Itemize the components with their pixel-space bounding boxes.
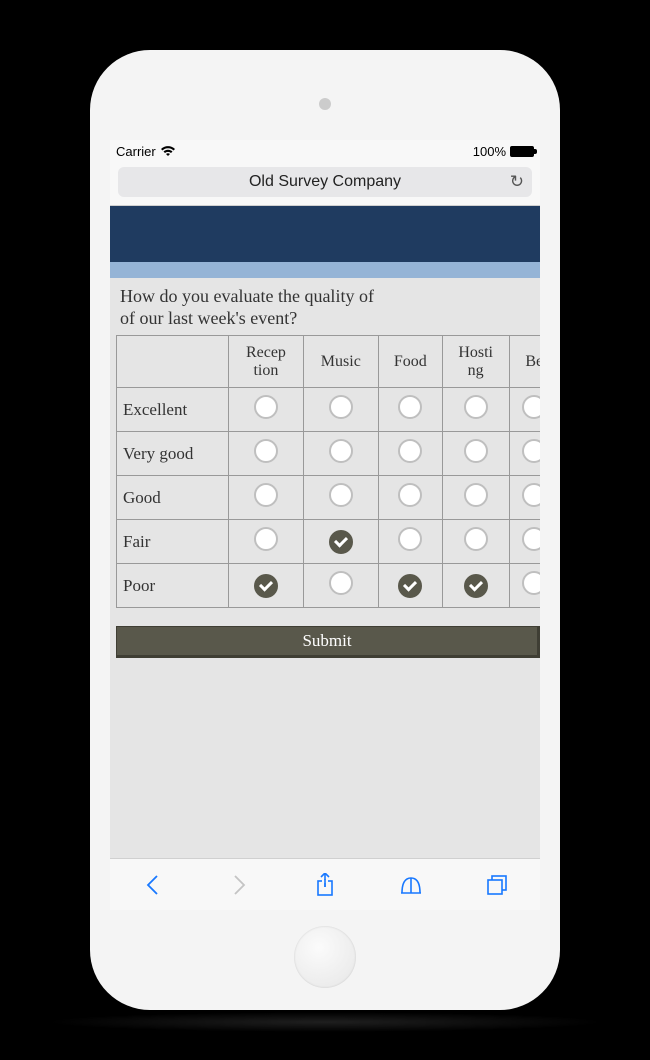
radio-option[interactable] — [329, 439, 353, 463]
device-speaker — [319, 98, 331, 110]
home-button[interactable] — [294, 926, 356, 988]
radio-option[interactable] — [254, 527, 278, 551]
table-row: Poor — [117, 564, 541, 608]
wifi-icon — [160, 145, 176, 157]
device-shadow — [45, 1012, 605, 1032]
bookmarks-icon[interactable] — [399, 873, 423, 897]
radio-option[interactable] — [254, 439, 278, 463]
radio-option[interactable] — [464, 483, 488, 507]
status-bar: Carrier 100% — [110, 140, 540, 162]
radio-option[interactable] — [522, 527, 540, 551]
forward-icon[interactable] — [227, 873, 251, 897]
matrix-cell — [378, 520, 442, 564]
matrix-cell — [509, 476, 540, 520]
matrix-cell — [378, 432, 442, 476]
device-screen: Carrier 100% Old Survey Company ↻ — [110, 140, 540, 910]
radio-option[interactable] — [464, 439, 488, 463]
radio-option[interactable] — [329, 395, 353, 419]
tabs-icon[interactable] — [485, 873, 509, 897]
survey-question: How do you evaluate the quality of of ou… — [110, 278, 540, 335]
question-line: How do you evaluate the quality of — [120, 286, 374, 306]
radio-option[interactable] — [254, 395, 278, 419]
matrix-row-label: Poor — [117, 564, 229, 608]
battery-icon — [510, 146, 534, 157]
radio-option[interactable] — [329, 571, 353, 595]
table-row: Very good — [117, 432, 541, 476]
matrix-corner — [117, 336, 229, 388]
radio-option[interactable] — [254, 574, 278, 598]
matrix-cell — [378, 388, 442, 432]
radio-option[interactable] — [398, 395, 422, 419]
matrix-column-header: Be — [509, 336, 540, 388]
matrix-cell — [509, 564, 540, 608]
radio-option[interactable] — [464, 395, 488, 419]
matrix-cell — [509, 388, 540, 432]
matrix-cell — [378, 476, 442, 520]
radio-option[interactable] — [522, 395, 540, 419]
table-row: Good — [117, 476, 541, 520]
radio-option[interactable] — [464, 527, 488, 551]
matrix-row-label: Very good — [117, 432, 229, 476]
table-row: Excellent — [117, 388, 541, 432]
device-frame: Carrier 100% Old Survey Company ↻ — [90, 50, 560, 1010]
matrix-cell — [303, 520, 378, 564]
matrix-row-label: Excellent — [117, 388, 229, 432]
matrix-cell — [509, 520, 540, 564]
matrix-cell — [229, 388, 304, 432]
matrix-cell — [442, 564, 509, 608]
radio-option[interactable] — [522, 439, 540, 463]
matrix-cell — [229, 520, 304, 564]
matrix-cell — [303, 564, 378, 608]
matrix-cell — [442, 476, 509, 520]
status-left: Carrier — [116, 144, 176, 159]
browser-top-bar: Old Survey Company ↻ — [110, 162, 540, 206]
survey-matrix: ReceptionMusicFoodHostingBe ExcellentVery… — [116, 335, 540, 608]
page-header — [110, 206, 540, 262]
radio-option[interactable] — [329, 530, 353, 554]
matrix-cell — [303, 432, 378, 476]
share-icon[interactable] — [313, 873, 337, 897]
matrix-cell — [229, 432, 304, 476]
question-line: of our last week's event? — [120, 308, 297, 328]
radio-option[interactable] — [398, 439, 422, 463]
reload-icon[interactable]: ↻ — [510, 172, 524, 192]
matrix-cell — [378, 564, 442, 608]
page-content: How do you evaluate the quality of of ou… — [110, 206, 540, 858]
browser-bottom-toolbar — [110, 858, 540, 910]
url-bar[interactable]: Old Survey Company ↻ — [118, 167, 532, 197]
matrix-row-label: Fair — [117, 520, 229, 564]
matrix-cell — [229, 476, 304, 520]
matrix-column-header: Hosting — [442, 336, 509, 388]
submit-button[interactable]: Submit — [116, 626, 540, 658]
matrix-cell — [442, 432, 509, 476]
radio-option[interactable] — [522, 571, 540, 595]
status-right: 100% — [473, 144, 534, 159]
battery-percent: 100% — [473, 144, 506, 159]
table-row: Fair — [117, 520, 541, 564]
back-icon[interactable] — [141, 873, 165, 897]
radio-option[interactable] — [254, 483, 278, 507]
radio-option[interactable] — [398, 574, 422, 598]
matrix-cell — [509, 432, 540, 476]
radio-option[interactable] — [464, 574, 488, 598]
matrix-cell — [442, 388, 509, 432]
radio-option[interactable] — [329, 483, 353, 507]
matrix-column-header: Music — [303, 336, 378, 388]
matrix-column-header: Food — [378, 336, 442, 388]
radio-option[interactable] — [522, 483, 540, 507]
page-title: Old Survey Company — [249, 173, 401, 191]
matrix-cell — [229, 564, 304, 608]
page-header-accent — [110, 262, 540, 278]
matrix-row-label: Good — [117, 476, 229, 520]
matrix-column-header: Reception — [229, 336, 304, 388]
radio-option[interactable] — [398, 483, 422, 507]
matrix-cell — [303, 388, 378, 432]
matrix-cell — [442, 520, 509, 564]
carrier-label: Carrier — [116, 144, 156, 159]
matrix-cell — [303, 476, 378, 520]
radio-option[interactable] — [398, 527, 422, 551]
